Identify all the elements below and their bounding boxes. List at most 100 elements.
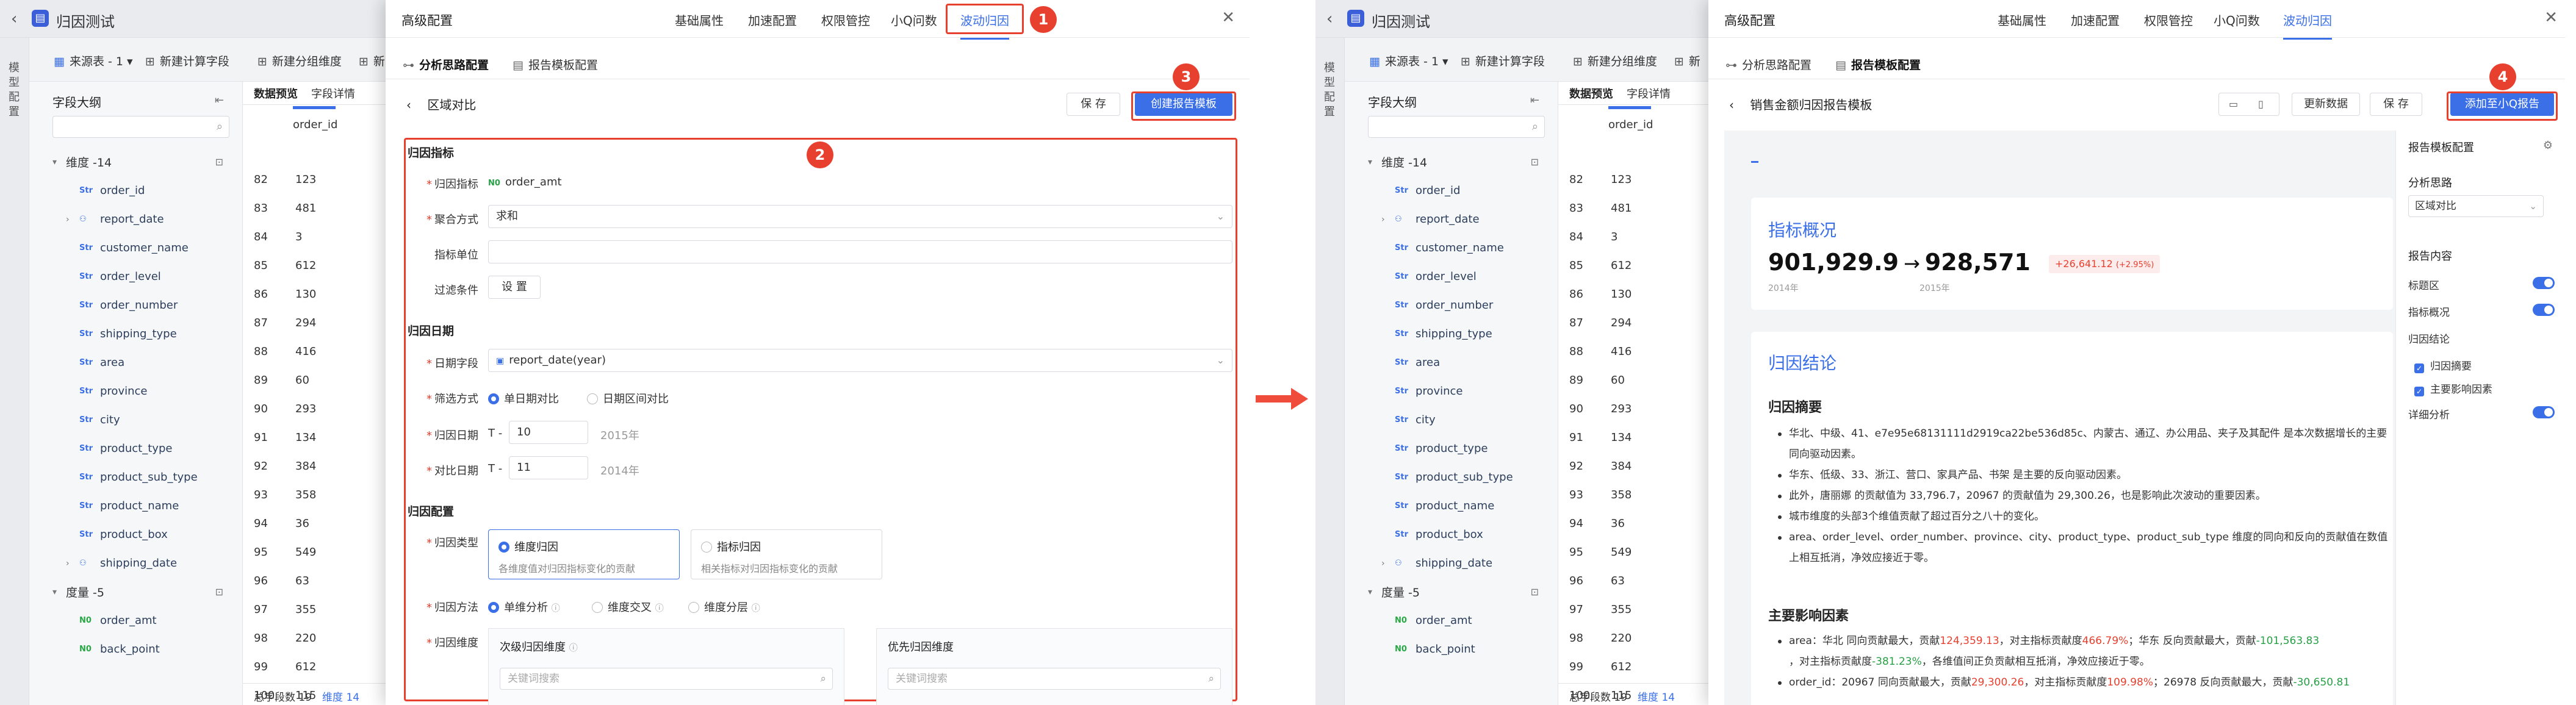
field-item[interactable]: Str area: [52, 348, 236, 377]
save-button[interactable]: 保 存: [1067, 93, 1120, 116]
cmp-offset-input[interactable]: 11: [509, 456, 588, 479]
close-icon[interactable]: ✕: [1221, 9, 1235, 27]
field-item[interactable]: Str product_name: [52, 492, 236, 520]
field-item[interactable]: Str product_type: [1368, 434, 1551, 463]
new-calc-field-button[interactable]: ⊞ 新建计算字段: [145, 52, 229, 69]
field-item[interactable]: N0 order_amt: [1368, 606, 1551, 635]
measure-group[interactable]: ▾ 度量 -5 ⊡: [1368, 578, 1551, 606]
tab-field-detail[interactable]: 字段详情: [1627, 85, 1671, 101]
field-item[interactable]: Str province: [1368, 377, 1551, 406]
toolbar-more-button[interactable]: ⊞ 新: [359, 52, 385, 69]
field-item[interactable]: Str city: [1368, 406, 1551, 434]
back-button[interactable]: ‹ 销售金额归因报告模板: [1729, 95, 1872, 113]
field-item[interactable]: Str order_number: [52, 291, 236, 320]
measure-group[interactable]: ▾ 度量 -5 ⊡: [52, 578, 236, 606]
field-item[interactable]: Str order_id: [1368, 176, 1551, 205]
tab-data-preview[interactable]: 数据预览: [254, 85, 298, 101]
field-item[interactable]: Str product_box: [1368, 520, 1551, 549]
overview-toggle[interactable]: [2533, 304, 2555, 316]
subtab-template[interactable]: ▤ 报告模板配置: [513, 56, 598, 73]
desktop-icon[interactable]: ▭: [2229, 98, 2238, 110]
tab-acceleration[interactable]: 加速配置: [748, 11, 797, 29]
tab-fluctuation[interactable]: 波动归因: [2283, 11, 2332, 40]
detail-toggle[interactable]: [2533, 406, 2555, 418]
back-button[interactable]: ‹ 区域对比: [406, 95, 476, 113]
metric-value[interactable]: N0 order_amt: [488, 176, 562, 188]
tab-permission[interactable]: 权限管控: [2144, 11, 2193, 29]
attr-offset-input[interactable]: 10: [509, 421, 588, 444]
radio-single-dim[interactable]: 单维分析 ⓘ: [488, 599, 560, 615]
factors-checkbox[interactable]: ✓ 主要影响因素: [2414, 381, 2561, 396]
tab-xiaoq[interactable]: 小Q问数: [2214, 11, 2260, 29]
subtab-template[interactable]: ▤ 报告模板配置: [1835, 56, 1921, 73]
model-config-label[interactable]: 模型配置: [1324, 61, 1336, 120]
field-item[interactable]: Str shipping_type: [1368, 320, 1551, 348]
field-item[interactable]: Str customer_name: [1368, 234, 1551, 262]
field-item[interactable]: › ⚇ report_date: [52, 205, 236, 234]
secondary-dim-search[interactable]: 关键词搜索 ⌕: [500, 668, 833, 690]
back-icon[interactable]: ‹: [1326, 10, 1333, 28]
field-search-input[interactable]: ⌕: [52, 116, 229, 138]
field-item[interactable]: Str order_level: [1368, 262, 1551, 291]
folder-add-icon[interactable]: ⊡: [215, 156, 223, 168]
field-item[interactable]: › ⚇ report_date: [1368, 205, 1551, 234]
dimension-group[interactable]: ▾ 维度 -14 ⊡: [1368, 148, 1551, 176]
field-item[interactable]: Str city: [52, 406, 236, 434]
unit-input[interactable]: [488, 240, 1232, 263]
field-item[interactable]: N0 back_point: [52, 635, 236, 664]
field-search-input[interactable]: ⌕: [1368, 116, 1545, 138]
new-calc-field-button[interactable]: ⊞ 新建计算字段: [1461, 52, 1545, 69]
close-icon[interactable]: ✕: [2544, 9, 2558, 27]
filter-set-button[interactable]: 设 置: [488, 276, 541, 299]
field-item[interactable]: N0 back_point: [1368, 635, 1551, 664]
source-table-dropdown[interactable]: ▦ 来源表 - 1 ▾: [54, 52, 133, 69]
field-item[interactable]: Str product_sub_type: [52, 463, 236, 492]
source-table-dropdown[interactable]: ▦ 来源表 - 1 ▾: [1369, 52, 1448, 69]
field-item[interactable]: Str product_sub_type: [1368, 463, 1551, 492]
dimension-group[interactable]: ▾ 维度 -14 ⊡: [52, 148, 236, 176]
field-item[interactable]: Str area: [1368, 348, 1551, 377]
back-icon[interactable]: ‹: [11, 10, 17, 28]
type-card-metric[interactable]: 指标归因 相关指标对归因指标变化的贡献: [691, 529, 882, 579]
model-config-label[interactable]: 模型配置: [9, 61, 21, 120]
tab-acceleration[interactable]: 加速配置: [2071, 11, 2120, 29]
folder-add-icon[interactable]: ⊡: [1531, 156, 1539, 168]
save-button[interactable]: 保 存: [2370, 93, 2422, 116]
idea-select[interactable]: 区域对比 ⌄: [2408, 195, 2544, 217]
toolbar-more-button[interactable]: ⊞ 新: [1674, 52, 1700, 69]
tab-field-detail[interactable]: 字段详情: [311, 85, 355, 101]
agg-select[interactable]: 求和 ⌄: [488, 205, 1232, 228]
field-item[interactable]: Str product_type: [52, 434, 236, 463]
title-toggle[interactable]: [2533, 277, 2555, 289]
tab-permission[interactable]: 权限管控: [821, 11, 870, 29]
tab-basic[interactable]: 基础属性: [675, 11, 724, 29]
radio-date-range[interactable]: 日期区间对比: [587, 390, 669, 406]
new-group-dim-button[interactable]: ⊞ 新建分组维度: [1573, 52, 1657, 69]
tab-data-preview[interactable]: 数据预览: [1569, 85, 1613, 101]
field-item[interactable]: Str order_id: [52, 176, 236, 205]
field-item[interactable]: › ⚇ shipping_date: [1368, 549, 1551, 578]
field-item[interactable]: Str order_number: [1368, 291, 1551, 320]
summary-checkbox[interactable]: ✓ 归因摘要: [2414, 357, 2561, 373]
field-item[interactable]: Str product_name: [1368, 492, 1551, 520]
priority-dim-search[interactable]: 关键词搜索 ⌕: [888, 668, 1221, 690]
radio-cross-dim[interactable]: 维度交叉 ⓘ: [592, 599, 664, 615]
collapse-icon[interactable]: ⇤: [1530, 94, 1539, 107]
settings-icon[interactable]: ⚙: [2543, 139, 2553, 152]
type-card-dimension[interactable]: 维度归因 各维度值对归因指标变化的贡献: [488, 529, 680, 579]
refresh-data-button[interactable]: 更新数据: [2292, 93, 2360, 116]
field-item[interactable]: Str shipping_type: [52, 320, 236, 348]
device-toggle[interactable]: ▭ ▯: [2218, 93, 2279, 116]
subtab-analysis[interactable]: ⊶ 分析思路配置: [1725, 56, 1811, 73]
tab-basic[interactable]: 基础属性: [1998, 11, 2046, 29]
field-item[interactable]: N0 order_amt: [52, 606, 236, 635]
field-item[interactable]: Str product_box: [52, 520, 236, 549]
field-item[interactable]: Str customer_name: [52, 234, 236, 262]
folder-add-icon[interactable]: ⊡: [1531, 586, 1539, 598]
date-field-select[interactable]: ▣ report_date(year) ⌄: [488, 349, 1232, 372]
radio-single-date[interactable]: 单日期对比: [488, 390, 559, 406]
folder-add-icon[interactable]: ⊡: [215, 586, 223, 598]
mobile-icon[interactable]: ▯: [2258, 98, 2264, 110]
subtab-analysis[interactable]: ⊶ 分析思路配置: [403, 56, 489, 73]
radio-layer-dim[interactable]: 维度分层 ⓘ: [688, 599, 760, 615]
